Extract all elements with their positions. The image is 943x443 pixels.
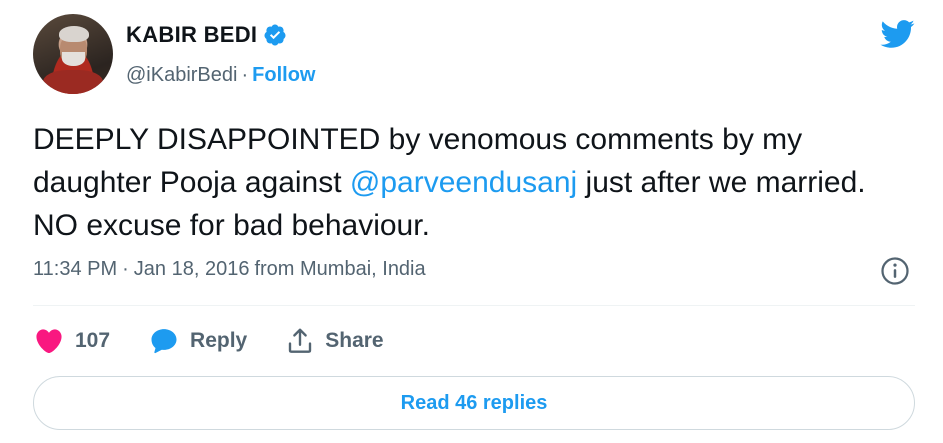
tweet-date: Jan 18, 2016 [133, 258, 250, 280]
speech-bubble-icon [151, 329, 177, 354]
info-icon[interactable] [880, 256, 910, 286]
follow-button[interactable]: Follow [252, 64, 315, 87]
avatar-hair [59, 26, 89, 42]
heart-icon [36, 329, 62, 354]
divider [33, 305, 915, 306]
author-handle[interactable]: @iKabirBedi [126, 64, 237, 87]
reply-label: Reply [190, 329, 248, 352]
read-replies-button[interactable]: Read 46 replies [33, 376, 915, 430]
reply-button[interactable]: Reply [148, 326, 247, 356]
author-handle-row: @iKabirBedi · Follow [126, 64, 315, 87]
twitter-bird-icon[interactable] [876, 16, 918, 52]
share-button[interactable]: Share [285, 326, 384, 356]
tweet-body: DEEPLY DISAPPOINTED by venomous comments… [33, 118, 913, 247]
author-name[interactable]: KABIR BEDI [126, 22, 257, 48]
verified-badge-icon [264, 24, 286, 46]
avatar-beard [62, 52, 85, 66]
tweet-timestamp[interactable]: 11:34 PM · Jan 18, 2016 from Mumbai, Ind… [33, 258, 426, 281]
tweet-time: 11:34 PM [33, 258, 118, 280]
like-count: 107 [75, 329, 111, 352]
like-button[interactable]: 107 [33, 326, 110, 356]
embedded-tweet-card: KABIR BEDI @iKabirBedi · Follow DEEPLY D… [0, 0, 943, 443]
meta-separator: · [122, 258, 129, 280]
avatar-shirt [43, 70, 103, 94]
author-name-row: KABIR BEDI [126, 22, 287, 48]
tweet-actions: 107 Reply Share [33, 325, 422, 357]
share-upload-icon [289, 328, 312, 353]
tweet-location: from Mumbai, India [254, 258, 426, 280]
handle-separator: · [241, 64, 249, 86]
author-avatar[interactable] [33, 14, 113, 94]
mention-link[interactable]: @parveendusanj [350, 166, 577, 199]
share-label: Share [325, 329, 384, 352]
